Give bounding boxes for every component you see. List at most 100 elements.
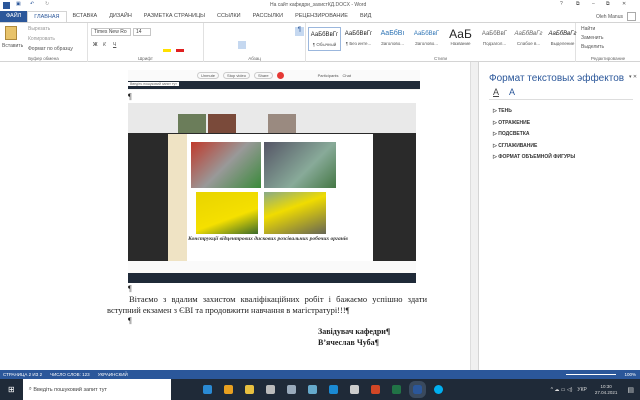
chrome-icon[interactable] — [223, 385, 233, 394]
format-painter-button[interactable]: Формат по образцу — [28, 46, 73, 52]
document-area[interactable]: Unmute Stop video Share Participants Cha… — [0, 62, 478, 370]
group-label: Стили — [434, 56, 447, 61]
cut-button[interactable]: Вырезать — [28, 26, 50, 32]
clock[interactable]: 10:30 27.04.2021 — [595, 384, 618, 396]
text-fill-outline-icon[interactable]: A — [493, 87, 499, 97]
paragraph-mark: ¶ — [128, 284, 132, 293]
page-count[interactable]: СТРАНИЦА 2 ИЗ 2 — [3, 372, 42, 377]
ribbon-display-button[interactable]: ⧉ — [576, 1, 580, 7]
style-item[interactable]: АаБбВвГг Слабое в... — [512, 27, 545, 51]
video-tile — [208, 114, 236, 133]
section-3d-format[interactable]: ▷ ФОРМАТ ОБЪЕМНОЙ ФИГУРЫ — [493, 152, 575, 164]
tab-view[interactable]: ВИД — [354, 11, 377, 22]
font-name-select[interactable]: Times New Ro — [91, 28, 131, 36]
save-app-icon[interactable] — [349, 385, 359, 394]
close-button[interactable]: ✕ — [622, 1, 626, 7]
tab-review[interactable]: РЕЦЕНЗИРОВАНИЕ — [289, 11, 354, 22]
app-icon[interactable] — [307, 385, 317, 394]
style-item[interactable]: АаБбВвГ Подзагол... — [478, 27, 511, 51]
section-shadow[interactable]: ▷ ТЕНЬ — [493, 106, 575, 118]
paste-icon — [5, 26, 17, 40]
ribbon: Вставить Вырезать Копировать Формат по о… — [0, 22, 640, 62]
word-icon — [3, 2, 10, 9]
signature-title: Завідувач кафедри¶ — [318, 327, 391, 336]
word-taskbar-icon[interactable] — [408, 381, 426, 398]
participants-label: Participants — [317, 73, 339, 78]
style-item[interactable]: АаБбВвГг Выделение — [546, 27, 579, 51]
section-glow[interactable]: ▷ ПОДСВЕТКА — [493, 129, 575, 141]
unmute-button: Unmute — [197, 72, 220, 79]
paste-button[interactable]: Вставить — [2, 43, 23, 49]
pane-close-icon[interactable]: ▾ ✕ — [629, 74, 637, 80]
word-count[interactable]: ЧИСЛО СЛОВ: 123 — [50, 372, 90, 377]
embedded-screenshot: Конструкції відцентрових дискових розсів… — [128, 103, 416, 283]
embedded-search: Введіть пошуковий запит тут — [128, 82, 179, 86]
style-item[interactable]: АаБбВвГг ¶ Обычный — [308, 27, 341, 51]
font-group: Times New Ro 14 Ж К Ч Шрифт — [88, 23, 204, 62]
skype-icon[interactable] — [433, 385, 443, 394]
body-paragraph: Вітаємо з вдалим захистом кваліфікаційни… — [107, 294, 427, 315]
group-label: Абзац — [248, 56, 261, 61]
zoom-level[interactable]: 100% — [624, 372, 636, 377]
italic-button[interactable]: К — [103, 42, 106, 48]
end-call-icon — [276, 72, 284, 79]
redo-icon[interactable]: ↻ — [45, 1, 49, 7]
highlight-icon[interactable] — [163, 49, 171, 52]
start-icon[interactable]: ⊞ — [8, 385, 15, 394]
bold-button[interactable]: Ж — [93, 42, 98, 48]
pane-title: Формат текстовых эффектов — [489, 73, 625, 84]
tab-references[interactable]: ССЫЛКИ — [211, 11, 247, 22]
find-button[interactable]: Найти — [581, 26, 595, 32]
style-item[interactable]: АаБбВвГг ¶ Без инте... — [342, 27, 375, 51]
ribbon-tabs: ФАЙЛ ГЛАВНАЯ ВСТАВКА ДИЗАЙН РАЗМЕТКА СТР… — [0, 11, 640, 22]
avatar[interactable] — [627, 12, 636, 21]
help-button[interactable]: ? — [560, 1, 563, 7]
tray-icons[interactable]: ^ ☁ ▭ ◁) — [551, 387, 573, 393]
tab-layout[interactable]: РАЗМЕТКА СТРАНИЦЫ — [138, 11, 211, 22]
section-reflection[interactable]: ▷ ОТРАЖЕНИЕ — [493, 118, 575, 130]
justify-button[interactable] — [238, 41, 246, 49]
font-size-select[interactable]: 14 — [133, 28, 151, 36]
paragraph-mark: ¶ — [128, 92, 132, 101]
notifications-icon[interactable]: ▤ — [627, 386, 634, 394]
calculator-icon[interactable] — [286, 385, 296, 394]
group-label: Буфер обмена — [28, 56, 59, 61]
style-item[interactable]: АаБбВı Заголово... — [376, 27, 409, 51]
tab-insert[interactable]: ВСТАВКА — [67, 11, 104, 22]
vertical-scrollbar[interactable] — [470, 62, 478, 370]
excel-icon[interactable] — [391, 385, 401, 394]
font-color-icon[interactable] — [176, 49, 184, 52]
minimize-button[interactable]: – — [592, 1, 595, 7]
user-name[interactable]: Oleh Manus — [596, 14, 623, 20]
text-effects-icon[interactable]: A — [509, 87, 515, 97]
tab-home[interactable]: ГЛАВНАЯ — [27, 11, 67, 22]
input-language[interactable]: УКР — [577, 387, 586, 393]
taskbar-search[interactable]: ⌕ Введіть пошуковий запит тут — [22, 379, 171, 400]
title-bar: ▣ ↶ ↻ На сайт кафедри_захистКД.DOCX - Wo… — [0, 0, 640, 11]
mail-icon[interactable] — [328, 385, 338, 394]
save-icon[interactable]: ▣ — [16, 1, 21, 7]
slide-photo — [191, 142, 261, 188]
section-list: ▷ ТЕНЬ ▷ ОТРАЖЕНИЕ ▷ ПОДСВЕТКА ▷ СГЛАЖИВ… — [493, 106, 575, 164]
style-item[interactable]: АаБ Название — [444, 27, 477, 51]
group-label: Шрифт — [138, 56, 153, 61]
underline-button[interactable]: Ч — [113, 42, 116, 48]
language[interactable]: УКРАИНСКИЙ — [98, 372, 128, 377]
show-marks-button[interactable]: ¶ — [295, 27, 304, 36]
select-button[interactable]: Выделить — [581, 44, 604, 50]
copy-button[interactable]: Копировать — [28, 36, 55, 42]
app-icon[interactable] — [265, 385, 275, 394]
edge-icon[interactable] — [202, 385, 212, 394]
zoom-slider[interactable] — [566, 374, 617, 375]
maximize-button[interactable]: ⧉ — [606, 1, 610, 7]
paragraph-group: ¶ Абзац — [204, 23, 306, 62]
tab-design[interactable]: ДИЗАЙН — [103, 11, 138, 22]
tab-file[interactable]: ФАЙЛ — [0, 11, 28, 22]
undo-icon[interactable]: ↶ — [30, 1, 34, 7]
style-item[interactable]: АаБбВвГ Заголово... — [410, 27, 443, 51]
tab-mailings[interactable]: РАССЫЛКИ — [247, 11, 289, 22]
replace-button[interactable]: Заменить — [581, 35, 603, 41]
explorer-icon[interactable] — [244, 385, 254, 394]
section-soft-edges[interactable]: ▷ СГЛАЖИВАНИЕ — [493, 141, 575, 153]
powerpoint-icon[interactable] — [370, 385, 380, 394]
